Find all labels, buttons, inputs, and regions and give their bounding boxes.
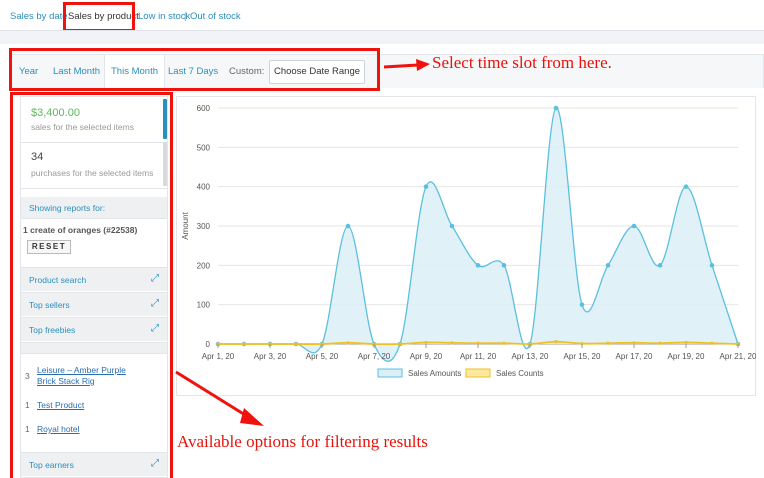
data-point	[346, 341, 350, 345]
x-tick-label: Apr 5, 20	[306, 352, 339, 361]
data-point	[709, 263, 715, 268]
data-point	[684, 340, 688, 345]
data-point	[554, 340, 558, 344]
link-sales-by-date[interactable]: Sales by date	[10, 11, 68, 22]
separator: |	[184, 11, 187, 22]
annotation-highlight-current-report	[63, 2, 135, 32]
x-tick-label: Apr 15, 20	[564, 352, 601, 361]
legend-swatch	[465, 368, 491, 378]
y-axis-label: Amount	[181, 211, 190, 239]
data-point	[683, 184, 689, 189]
data-point	[424, 340, 428, 345]
sales-chart-svg: 0 100 200 300 400 500 600 Amount Apr 1, 20 Apr 3,…	[176, 96, 756, 396]
y-tick-label: 500	[197, 143, 211, 152]
data-point	[242, 342, 246, 346]
header-divider	[0, 30, 764, 44]
x-tick-label: Apr 7, 20	[358, 352, 391, 361]
x-tick-label: Apr 21, 20	[720, 352, 756, 361]
series-area-0	[218, 107, 738, 362]
data-point	[450, 341, 454, 345]
data-point	[475, 263, 481, 268]
data-point	[606, 341, 610, 345]
annotation-arrow-right	[383, 59, 430, 71]
data-point	[657, 263, 663, 268]
y-tick-label: 200	[197, 261, 211, 270]
y-tick-label: 100	[197, 301, 211, 310]
legend-label: Sales Counts	[496, 369, 544, 378]
link-out-of-stock[interactable]: Out of stock	[190, 11, 241, 22]
data-point	[631, 223, 637, 229]
y-tick-label: 400	[197, 183, 211, 192]
annotation-highlight-range-bar	[9, 48, 380, 91]
data-point	[501, 263, 507, 268]
data-point	[632, 341, 636, 345]
y-tick-label: 0	[206, 340, 211, 349]
x-tick-label: Apr 3, 20	[254, 352, 287, 361]
data-point	[449, 223, 455, 229]
x-tick-label: Apr 13, 20	[512, 352, 549, 361]
link-low-in-stock[interactable]: Low in stock	[138, 11, 190, 22]
annotation-arrow-down-right	[175, 370, 264, 426]
data-point	[658, 341, 662, 345]
annotation-text-top: Select time slot from here.	[432, 53, 612, 72]
data-point	[398, 342, 402, 346]
y-tick-label: 300	[197, 222, 211, 231]
x-tick-label: Apr 19, 20	[668, 352, 705, 361]
x-tick-label: Apr 9, 20	[410, 352, 443, 361]
y-tick-label: 600	[197, 104, 211, 113]
data-point	[710, 341, 714, 345]
data-point	[345, 223, 351, 229]
data-point	[579, 302, 585, 307]
annotation-text-bottom: Available options for filtering results	[177, 432, 428, 451]
x-tick-label: Apr 1, 20	[202, 352, 235, 361]
x-tick-label: Apr 17, 20	[616, 352, 653, 361]
legend-label: Sales Amounts	[408, 369, 461, 378]
legend-swatch	[377, 368, 403, 378]
annotation-highlight-sidebar	[10, 92, 173, 478]
data-point	[553, 105, 559, 111]
data-point	[605, 263, 611, 268]
data-point	[294, 342, 298, 346]
data-point	[423, 184, 429, 189]
data-point	[502, 341, 506, 345]
x-tick-label: Apr 11, 20	[460, 352, 497, 361]
